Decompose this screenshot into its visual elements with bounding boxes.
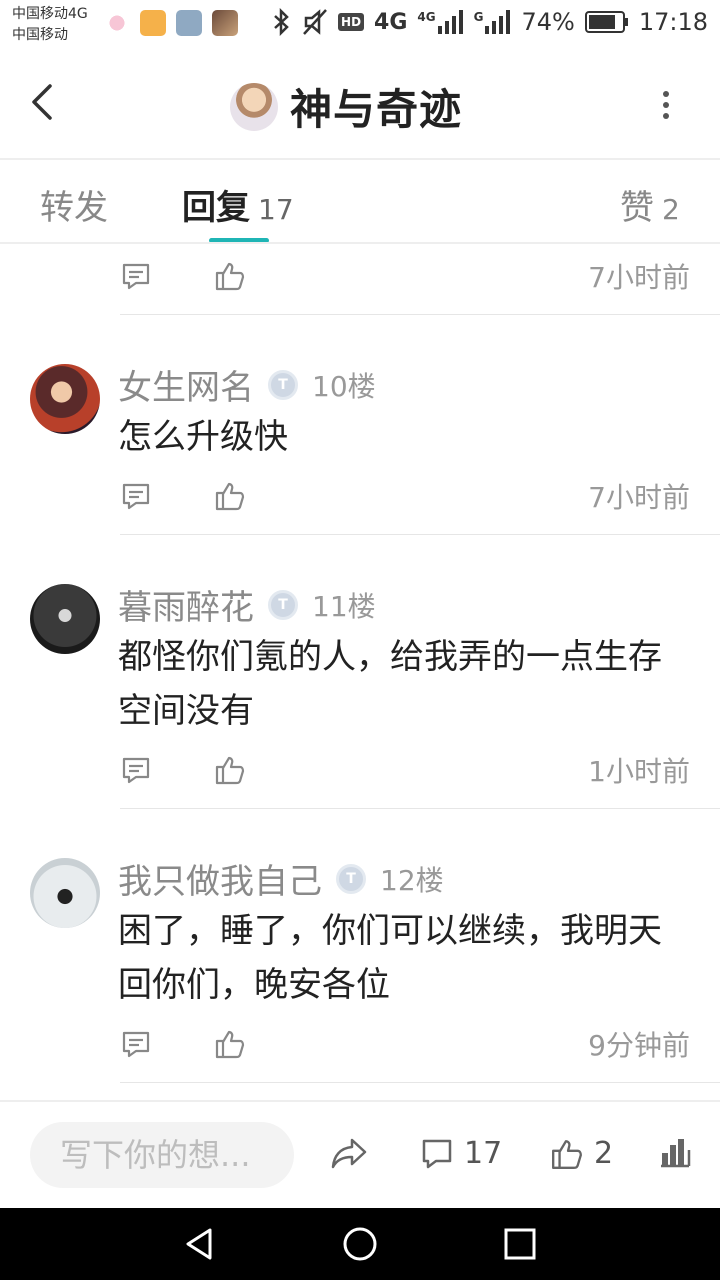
tab-label: 转发 xyxy=(40,188,108,228)
back-icon[interactable] xyxy=(22,80,66,124)
username[interactable]: 暮雨醉花 xyxy=(118,580,254,629)
floor-number: 11楼 xyxy=(312,589,376,623)
network-type-c: G xyxy=(473,10,484,24)
signal-b: G xyxy=(474,10,512,34)
notification-icons xyxy=(104,10,238,36)
like-icon[interactable] xyxy=(214,260,246,292)
carrier-info: 中国移动4G 中国移动 xyxy=(12,4,88,46)
clock: 17:18 xyxy=(638,8,708,36)
avatar[interactable] xyxy=(30,364,100,434)
nav-home-icon[interactable] xyxy=(342,1226,378,1262)
mute-icon xyxy=(303,9,327,35)
comment-time: 7小时前 xyxy=(588,261,690,294)
like-count: 2 xyxy=(594,1136,614,1171)
like-icon[interactable] xyxy=(214,480,246,512)
comment-divider xyxy=(120,314,720,315)
comment-time: 7小时前 xyxy=(588,481,690,514)
lock-app-icon xyxy=(140,10,166,36)
app-notification-icon xyxy=(104,10,130,36)
battery-percent: 74% xyxy=(521,8,575,36)
level-badge: T xyxy=(336,863,366,894)
topic-avatar xyxy=(230,82,278,131)
battery-icon xyxy=(584,11,628,33)
comment-icon[interactable] xyxy=(120,480,152,512)
share-button[interactable] xyxy=(330,1136,368,1170)
signal-a: 4G xyxy=(417,10,463,34)
comment-header: 女生网名 T 10楼 xyxy=(118,360,376,409)
stats-icon xyxy=(661,1139,691,1168)
tab-label: 赞 xyxy=(620,188,654,228)
nav-recent-icon[interactable] xyxy=(502,1226,538,1262)
network-type-a: 4G xyxy=(374,9,408,35)
like-icon xyxy=(552,1139,582,1169)
avatar[interactable] xyxy=(30,858,100,928)
comment-actions: 7小时前 xyxy=(0,480,720,520)
comment-item: 7小时前 xyxy=(0,244,720,316)
signal-strength-icon-2 xyxy=(485,10,511,34)
hd-badge: HD xyxy=(338,13,365,31)
status-bar: 中国移动4G 中国移动 HD 4G 4G G 74% 17:18 xyxy=(0,0,720,50)
comments-button[interactable]: 17 xyxy=(420,1136,502,1171)
comment-actions: 7小时前 xyxy=(0,260,720,300)
comment-divider xyxy=(120,1082,720,1083)
comment-text: 困了，睡了，你们可以继续，我明天回你们，晚安各位 xyxy=(118,911,662,1005)
username[interactable]: 女生网名 xyxy=(118,360,254,409)
like-icon[interactable] xyxy=(214,754,246,786)
comment-icon[interactable] xyxy=(120,260,152,292)
system-status: HD 4G 4G G 74% 17:18 xyxy=(272,8,708,36)
comment-icon[interactable] xyxy=(120,754,152,786)
like-icon[interactable] xyxy=(214,1028,246,1060)
system-nav-bar xyxy=(0,1208,720,1280)
avatar[interactable] xyxy=(30,584,100,654)
comment-time: 9分钟前 xyxy=(588,1029,690,1062)
comment-icon xyxy=(422,1139,452,1168)
comment-text: 怎么升级快 xyxy=(118,417,288,457)
network-type-b: 4G xyxy=(417,10,436,24)
nav-back-icon[interactable] xyxy=(182,1226,218,1262)
comment-item: 我只做我自己 T 12楼 困了，睡了，你们可以继续，我明天回你们，晚安各位 9分… xyxy=(0,810,720,1084)
floor-number: 12楼 xyxy=(380,863,444,897)
like-button[interactable]: 2 xyxy=(550,1136,613,1171)
comment-header: 暮雨醉花 T 11楼 xyxy=(118,580,376,629)
tab-replies[interactable]: 回复 17 xyxy=(182,180,294,229)
level-badge: T xyxy=(268,369,298,400)
bottom-action-bar: 17 2 xyxy=(0,1102,720,1208)
floor-number: 10楼 xyxy=(312,369,376,403)
comment-count: 17 xyxy=(464,1136,503,1171)
comment-actions: 9分钟前 xyxy=(0,1028,720,1068)
page-title: 神与奇迹 xyxy=(290,85,463,134)
level-badge: T xyxy=(268,589,298,620)
topic-title-group[interactable]: 神与奇迹 xyxy=(230,76,462,137)
reply-input[interactable] xyxy=(30,1122,294,1188)
signal-strength-icon xyxy=(437,10,463,34)
bluetooth-icon xyxy=(274,8,289,36)
username[interactable]: 我只做我自己 xyxy=(118,854,322,903)
tab-label: 回复 xyxy=(182,188,250,228)
tab-count: 2 xyxy=(662,193,680,226)
comment-header: 我只做我自己 T 12楼 xyxy=(118,854,444,903)
tab-likes[interactable]: 赞 2 xyxy=(620,180,680,229)
share-icon xyxy=(331,1138,367,1169)
comment-time: 1小时前 xyxy=(588,755,690,788)
gallery-app-icon xyxy=(176,10,202,36)
comment-text: 都怪你们氪的人，给我弄的一点生存空间没有 xyxy=(118,637,662,731)
stats-button[interactable] xyxy=(658,1136,692,1170)
top-app-bar: 神与奇迹 xyxy=(0,50,720,158)
comment-item: 女生网名 T 10楼 怎么升级快 7小时前 xyxy=(0,316,720,536)
carrier-line-1: 中国移动4G xyxy=(12,6,88,22)
comment-divider xyxy=(120,808,720,809)
comment-icon[interactable] xyxy=(120,1028,152,1060)
comment-actions: 1小时前 xyxy=(0,754,720,794)
tab-bar: 转发 回复 17 赞 2 xyxy=(0,160,720,243)
more-icon[interactable] xyxy=(652,90,680,120)
comment-item: 暮雨醉花 T 11楼 都怪你们氪的人，给我弄的一点生存空间没有 1小时前 xyxy=(0,536,720,810)
tab-repost[interactable]: 转发 xyxy=(40,180,108,229)
carrier-line-2: 中国移动 xyxy=(12,27,68,43)
tab-count: 17 xyxy=(258,193,294,226)
game-app-icon xyxy=(212,10,238,36)
comment-divider xyxy=(120,534,720,535)
